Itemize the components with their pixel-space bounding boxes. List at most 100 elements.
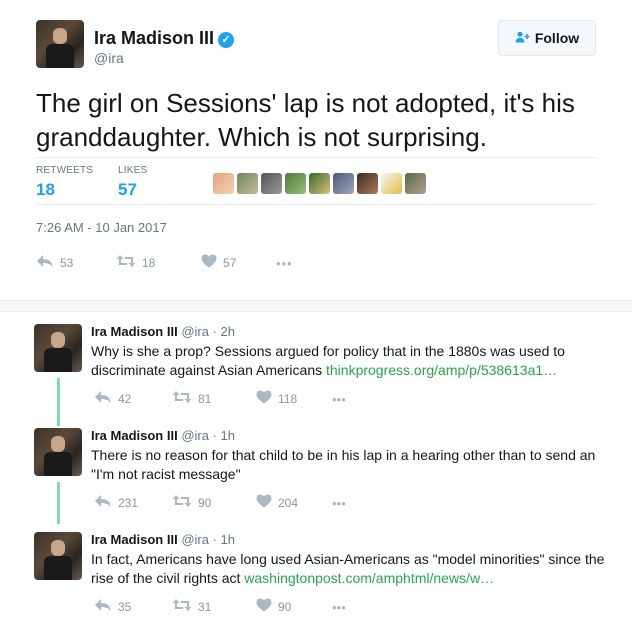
reply-count: 231 bbox=[118, 496, 139, 510]
liker-avatar[interactable] bbox=[261, 173, 282, 194]
liker-avatar[interactable] bbox=[405, 173, 426, 194]
retweet-icon bbox=[172, 493, 192, 513]
likes-stat[interactable]: LIKES 57 bbox=[118, 165, 147, 200]
reply-text-body: There is no reason for that child to be … bbox=[91, 447, 596, 482]
add-person-icon bbox=[515, 31, 530, 46]
reply-header: Ira Madison III @ira · 1h bbox=[91, 532, 235, 547]
reply-meta[interactable]: @ira · 2h bbox=[181, 324, 235, 339]
reply-count: 42 bbox=[118, 392, 132, 406]
like-button[interactable]: 90 bbox=[256, 597, 332, 617]
tweet-timestamp[interactable]: 7:26 AM - 10 Jan 2017 bbox=[36, 220, 167, 235]
retweet-count: 31 bbox=[198, 600, 212, 614]
retweet-button[interactable]: 18 bbox=[116, 253, 201, 273]
like-count: 118 bbox=[278, 392, 298, 406]
divider bbox=[36, 204, 596, 205]
reply-user-name[interactable]: Ira Madison III bbox=[91, 532, 178, 547]
liker-avatar[interactable] bbox=[213, 173, 234, 194]
heart-icon bbox=[256, 493, 272, 513]
follow-button[interactable]: Follow bbox=[498, 20, 596, 56]
more-button[interactable]: ••• bbox=[332, 600, 346, 615]
like-button[interactable]: 118 bbox=[256, 389, 332, 409]
like-button[interactable]: 57 bbox=[201, 253, 276, 273]
retweet-button[interactable]: 81 bbox=[172, 389, 256, 409]
divider bbox=[36, 157, 596, 158]
follow-button-label: Follow bbox=[534, 30, 580, 46]
heart-icon bbox=[256, 389, 272, 409]
section-separator bbox=[0, 300, 632, 312]
retweet-icon bbox=[172, 389, 192, 409]
retweet-icon bbox=[172, 597, 192, 617]
liker-avatar[interactable] bbox=[285, 173, 306, 194]
user-name-text[interactable]: Ira Madison III bbox=[94, 28, 214, 48]
reply-button[interactable]: 53 bbox=[36, 253, 116, 273]
reply-meta[interactable]: @ira · 1h bbox=[181, 428, 235, 443]
liker-avatar[interactable] bbox=[237, 173, 258, 194]
liker-avatar[interactable] bbox=[357, 173, 378, 194]
more-dots-icon: ••• bbox=[332, 495, 346, 511]
heart-icon bbox=[256, 597, 272, 617]
reply-icon bbox=[94, 389, 112, 409]
reply-text: Why is she a prop? Sessions argued for p… bbox=[91, 342, 611, 380]
liker-avatar[interactable] bbox=[309, 173, 330, 194]
like-count: 204 bbox=[278, 496, 299, 510]
liker-avatars bbox=[213, 173, 426, 194]
retweets-count: 18 bbox=[36, 180, 55, 199]
like-count: 57 bbox=[223, 256, 237, 270]
reply-count: 53 bbox=[60, 256, 74, 270]
reply-button[interactable]: 231 bbox=[94, 493, 172, 513]
thread-line bbox=[57, 378, 60, 426]
likes-count: 57 bbox=[118, 180, 137, 199]
reply-button[interactable]: 42 bbox=[94, 389, 172, 409]
retweet-button[interactable]: 90 bbox=[172, 493, 256, 513]
heart-icon bbox=[201, 253, 217, 273]
user-handle[interactable]: @ira bbox=[94, 50, 124, 66]
retweet-count: 18 bbox=[142, 256, 156, 270]
reply-button[interactable]: 35 bbox=[94, 597, 172, 617]
main-tweet: Ira Madison III ✓ @ira Follow The girl on… bbox=[0, 0, 632, 300]
more-button[interactable]: ••• bbox=[332, 392, 346, 407]
liker-avatar[interactable] bbox=[333, 173, 354, 194]
retweet-count: 90 bbox=[198, 496, 212, 510]
reply-header: Ira Madison III @ira · 1h bbox=[91, 428, 235, 443]
verified-badge-icon: ✓ bbox=[218, 32, 235, 48]
reply-icon bbox=[94, 597, 112, 617]
avatar[interactable] bbox=[34, 428, 82, 476]
like-count: 90 bbox=[278, 600, 292, 614]
tweet-text: The girl on Sessions' lap is not adopted… bbox=[36, 88, 575, 152]
avatar[interactable] bbox=[36, 20, 84, 68]
tweet-actions: 53 18 57 ••• bbox=[36, 253, 293, 273]
reply-actions: 42 81 118 ••• bbox=[94, 389, 346, 409]
user-name[interactable]: Ira Madison III ✓ bbox=[94, 28, 235, 49]
reply-meta[interactable]: @ira · 1h bbox=[181, 532, 235, 547]
more-button[interactable]: ••• bbox=[276, 256, 293, 271]
reply-text: There is no reason for that child to be … bbox=[91, 446, 611, 484]
avatar[interactable] bbox=[34, 324, 82, 372]
reply-user-name[interactable]: Ira Madison III bbox=[91, 324, 178, 339]
reply-icon bbox=[94, 493, 112, 513]
retweet-button[interactable]: 31 bbox=[172, 597, 256, 617]
reply-icon bbox=[36, 253, 54, 273]
retweet-count: 81 bbox=[198, 392, 212, 406]
liker-avatar[interactable] bbox=[381, 173, 402, 194]
reply-header: Ira Madison III @ira · 2h bbox=[91, 324, 235, 339]
like-button[interactable]: 204 bbox=[256, 493, 332, 513]
reply-link[interactable]: thinkprogress.org/amp/p/538613a1… bbox=[326, 362, 557, 378]
likes-label: LIKES bbox=[118, 165, 148, 176]
more-dots-icon: ••• bbox=[332, 391, 346, 407]
reply-text: In fact, Americans have long used Asian-… bbox=[91, 550, 611, 588]
reply-actions: 231 90 204 ••• bbox=[94, 493, 346, 513]
retweets-stat[interactable]: RETWEETS 18 bbox=[36, 165, 93, 200]
avatar[interactable] bbox=[34, 532, 82, 580]
more-button[interactable]: ••• bbox=[332, 496, 346, 511]
reply-count: 35 bbox=[118, 600, 132, 614]
more-dots-icon: ••• bbox=[276, 255, 293, 271]
retweets-label: RETWEETS bbox=[36, 165, 94, 176]
reply-link[interactable]: washingtonpost.com/amphtml/news/w… bbox=[244, 570, 494, 586]
reply-actions: 35 31 90 ••• bbox=[94, 597, 346, 617]
reply-user-name[interactable]: Ira Madison III bbox=[91, 428, 178, 443]
retweet-icon bbox=[116, 253, 136, 273]
avatar-figure bbox=[46, 44, 74, 68]
avatar-face bbox=[53, 28, 67, 44]
more-dots-icon: ••• bbox=[332, 599, 346, 615]
thread-line bbox=[57, 482, 60, 524]
